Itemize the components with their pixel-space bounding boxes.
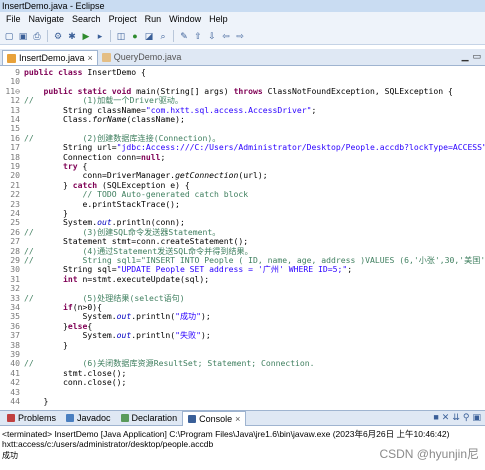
tab-insertdemo[interactable]: InsertDemo.java × [2,50,98,65]
menu-help[interactable]: Help [205,12,232,27]
tab-label: QueryDemo.java [113,52,182,62]
back-icon[interactable]: ⇦ [220,30,232,42]
toolbar: ▢ ▣ ⎙ ⚙ ✱ ▶ ▸ ◫ ● ◪ ⌕ ✎ ⇧ ⇩ ⇦ ⇨ [0,27,485,45]
problems-icon [7,414,15,422]
line-number: 44 [10,396,20,406]
open-type-icon[interactable]: ◪ [143,30,155,42]
tab-javadoc[interactable]: Javadoc [61,411,116,425]
code-editor[interactable]: 9 public class InsertDemo {10 11⊖ public s… [0,67,485,406]
tab-label: Console [199,413,233,424]
search-icon[interactable]: ⌕ [157,30,169,42]
pin-console-icon[interactable]: ⚲ [463,412,470,423]
tab-querydemo[interactable]: QueryDemo.java [98,50,186,65]
menu-project[interactable]: Project [105,12,141,27]
external-tools-icon[interactable]: ▸ [94,30,106,42]
editor-tabs: InsertDemo.java × QueryDemo.java [0,49,485,66]
tab-label: Declaration [131,413,178,423]
tab-console[interactable]: Console × [182,410,247,426]
toolbar-separator [47,29,48,42]
java-file-icon [101,53,111,62]
console-toolbar: ■ ✕ ⇊ ⚲ ▣ [433,412,481,423]
toolbar-separator [173,29,174,42]
edit-icon[interactable]: ✎ [178,30,190,42]
java-file-icon [7,53,16,63]
window-title: InsertDemo.java - Eclipse [0,0,485,12]
tab-declaration[interactable]: Declaration [116,411,183,425]
menu-search[interactable]: Search [68,12,105,27]
new-class-icon[interactable]: ● [129,30,141,42]
code-text[interactable]: } [24,396,48,406]
minimize-icon[interactable]: ▁ [462,51,469,62]
menu-file[interactable]: File [2,12,25,27]
bottom-panel-tabs: Problems Javadoc Declaration Console × [0,410,485,426]
menu-bar: File Navigate Search Project Run Window … [0,12,485,27]
console-line: hxtt:access/c:/users/administrator/deskt… [2,439,214,449]
maximize-icon[interactable]: ▭ [472,51,481,62]
watermark: CSDN @hyunjin尼 [379,447,479,461]
debug-icon[interactable]: ✱ [66,30,78,42]
terminate-icon[interactable]: ■ [433,412,438,423]
display-console-icon[interactable]: ▣ [472,412,481,423]
tab-label: Problems [18,413,57,423]
console-icon [188,414,197,423]
tab-label: InsertDemo.java [19,52,85,63]
editor-window-controls: ▁ ▭ [462,51,481,62]
tab-label: Javadoc [77,413,111,423]
menu-navigate[interactable]: Navigate [25,12,69,27]
close-icon[interactable]: × [235,412,240,426]
save-icon[interactable]: ▣ [17,30,29,42]
console-line: 成功 [2,451,18,460]
clear-console-icon[interactable]: ✕ [442,412,450,423]
menu-run[interactable]: Run [141,12,166,27]
declaration-icon [120,414,129,422]
tab-problems[interactable]: Problems [2,411,61,425]
print-icon[interactable]: ⎙ [31,30,43,42]
build-icon[interactable]: ⚙ [52,30,64,42]
run-icon[interactable]: ▶ [80,30,92,42]
menu-window[interactable]: Window [165,12,205,27]
close-icon[interactable]: × [88,51,93,66]
code-line[interactable]: 44 } [0,396,485,406]
next-annotation-icon[interactable]: ⇩ [206,30,218,42]
prev-annotation-icon[interactable]: ⇧ [192,30,204,42]
new-package-icon[interactable]: ◫ [115,30,127,42]
javadoc-icon [66,414,75,422]
new-icon[interactable]: ▢ [3,30,15,42]
scroll-lock-icon[interactable]: ⇊ [452,412,460,423]
toolbar-separator [110,29,111,42]
forward-icon[interactable]: ⇨ [234,30,246,42]
